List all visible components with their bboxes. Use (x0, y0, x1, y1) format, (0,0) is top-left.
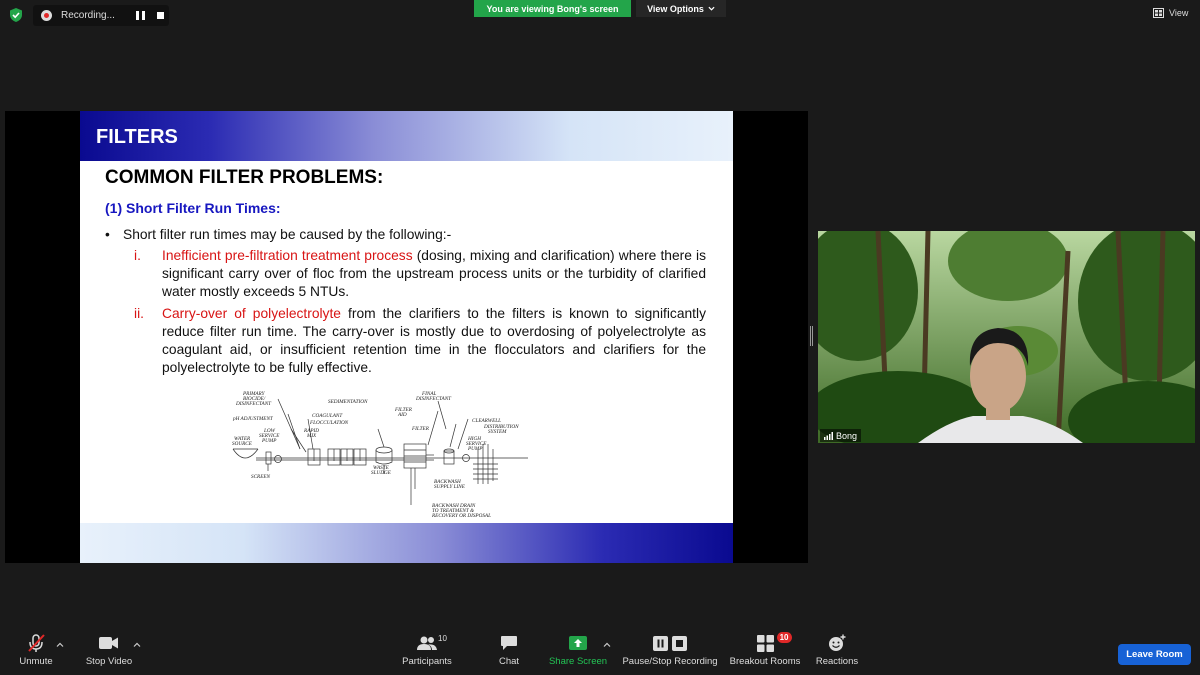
recording-label: Recording... (61, 10, 115, 21)
water-treatment-diagram: PRIMARY BIOCIDE/ DISINFECTANT pH ADJUSTM… (232, 391, 528, 519)
slide-title: FILTERS (96, 126, 178, 148)
chat-label: Chat (498, 656, 520, 667)
stop-recording-icon[interactable] (157, 12, 164, 19)
diagram-label: SUPPLY LINE (434, 484, 466, 490)
share-screen-arrow-icon (569, 636, 587, 650)
breakout-rooms-label: Breakout Rooms (729, 656, 801, 667)
diagram-label: SYSTEM (488, 429, 507, 435)
diagram-label: PUMP (467, 446, 483, 452)
diagram-label: AID (397, 412, 407, 418)
share-options-chevron-icon[interactable] (603, 641, 611, 649)
smiley-reaction-icon (829, 634, 846, 651)
participants-label: Participants (402, 656, 452, 667)
stop-icon (672, 635, 687, 651)
breakout-rooms-button[interactable]: 10 Breakout Rooms (729, 630, 801, 675)
highlight-text: Inefficient pre-filtration treatment pro… (162, 248, 413, 263)
video-options-chevron-icon[interactable] (133, 641, 141, 649)
video-camera-icon (99, 637, 118, 649)
meeting-toolbar: Unmute Stop Video 10 Participants Chat S… (0, 630, 1200, 675)
highlight-text: Carry-over of polyelectrolyte (162, 306, 341, 321)
stop-video-label: Stop Video (85, 656, 133, 667)
slide-list-item-ii: ii. Carry-over of polyelectrolyte from t… (134, 305, 706, 377)
diagram-label: DISINFECTANT (415, 396, 452, 402)
diagram-label: SLUDGE (371, 470, 392, 476)
diagram-label: MIX (306, 433, 317, 439)
participant-name-tag: Bong (820, 429, 862, 442)
share-screen-label: Share Screen (548, 656, 608, 667)
video-tile-bong[interactable]: Bong (818, 231, 1195, 443)
security-shield-icon[interactable] (8, 7, 24, 23)
slide-footer-bar (80, 523, 733, 563)
participant-name: Bong (836, 430, 858, 441)
grid-view-icon (1153, 8, 1164, 18)
signal-strength-icon (824, 431, 833, 440)
recording-dot-icon (41, 10, 52, 21)
chat-bubble-icon (501, 636, 517, 650)
chevron-down-icon (708, 6, 715, 11)
list-number: i. (134, 248, 141, 263)
slide-subheading: (1) Short Filter Run Times: (105, 200, 281, 216)
diagram-label: PUMP (261, 438, 277, 444)
share-screen-button[interactable]: Share Screen (548, 630, 608, 675)
diagram-label: FILTER (411, 426, 430, 432)
pause-icon (653, 635, 668, 651)
bullet-text: Short filter run times may be caused by … (123, 227, 452, 242)
slide-bullet: • Short filter run times may be caused by… (105, 227, 451, 242)
diagram-label: FLOCCULATION (309, 420, 349, 426)
leave-room-button[interactable]: Leave Room (1118, 644, 1191, 665)
breakout-rooms-badge: 10 (776, 632, 792, 643)
unmute-button[interactable]: Unmute (14, 630, 58, 675)
unmute-label: Unmute (19, 656, 53, 667)
recording-indicator: Recording... (33, 5, 169, 26)
slide-header-bar (80, 111, 733, 161)
pause-recording-icon[interactable] (136, 11, 145, 20)
reactions-button[interactable]: Reactions (814, 630, 860, 675)
view-label: View (1169, 8, 1189, 18)
diagram-label: SEDIMENTATION (328, 399, 368, 405)
view-options-button[interactable]: View Options (636, 0, 726, 17)
jungle-background-image (818, 231, 1195, 443)
slide-heading: COMMON FILTER PROBLEMS: (105, 167, 384, 188)
zoom-meeting-window: Recording... You are viewing Bong's scre… (0, 0, 1200, 675)
participants-icon (417, 636, 437, 650)
panel-resize-handle[interactable] (810, 326, 813, 346)
view-button[interactable]: View (1153, 6, 1188, 20)
diagram-label: SOURCE (232, 441, 253, 447)
presentation-slide: FILTERS COMMON FILTER PROBLEMS: (1) Shor… (80, 111, 733, 563)
chat-button[interactable]: Chat (494, 630, 524, 675)
diagram-label: pH ADJUSTMENT (232, 416, 274, 422)
muted-microphone-icon (28, 634, 45, 652)
list-number: ii. (134, 306, 144, 321)
view-options-label: View Options (647, 3, 704, 14)
participants-button[interactable]: 10 Participants (398, 630, 456, 675)
stop-video-button[interactable]: Stop Video (82, 630, 136, 675)
viewing-screen-banner: You are viewing Bong's screen (474, 0, 631, 17)
reactions-label: Reactions (815, 656, 859, 667)
slide-list-item-i: i. Inefficient pre-filtration treatment … (134, 247, 706, 301)
audio-options-chevron-icon[interactable] (56, 641, 64, 649)
bullet-dot-icon: • (105, 227, 110, 242)
diagram-label: DISINFECTANT (235, 401, 272, 407)
participants-count: 10 (438, 634, 447, 643)
pause-stop-recording-button[interactable]: Pause/Stop Recording (622, 630, 718, 675)
diagram-label: SCREEN (251, 474, 271, 480)
diagram-label: RECOVERY OR DISPOSAL (431, 513, 491, 519)
diagram-label: COAGULANT (312, 413, 343, 419)
shared-screen[interactable]: FILTERS COMMON FILTER PROBLEMS: (1) Shor… (5, 111, 808, 563)
breakout-rooms-icon (756, 634, 774, 652)
pause-stop-recording-label: Pause/Stop Recording (622, 656, 718, 667)
